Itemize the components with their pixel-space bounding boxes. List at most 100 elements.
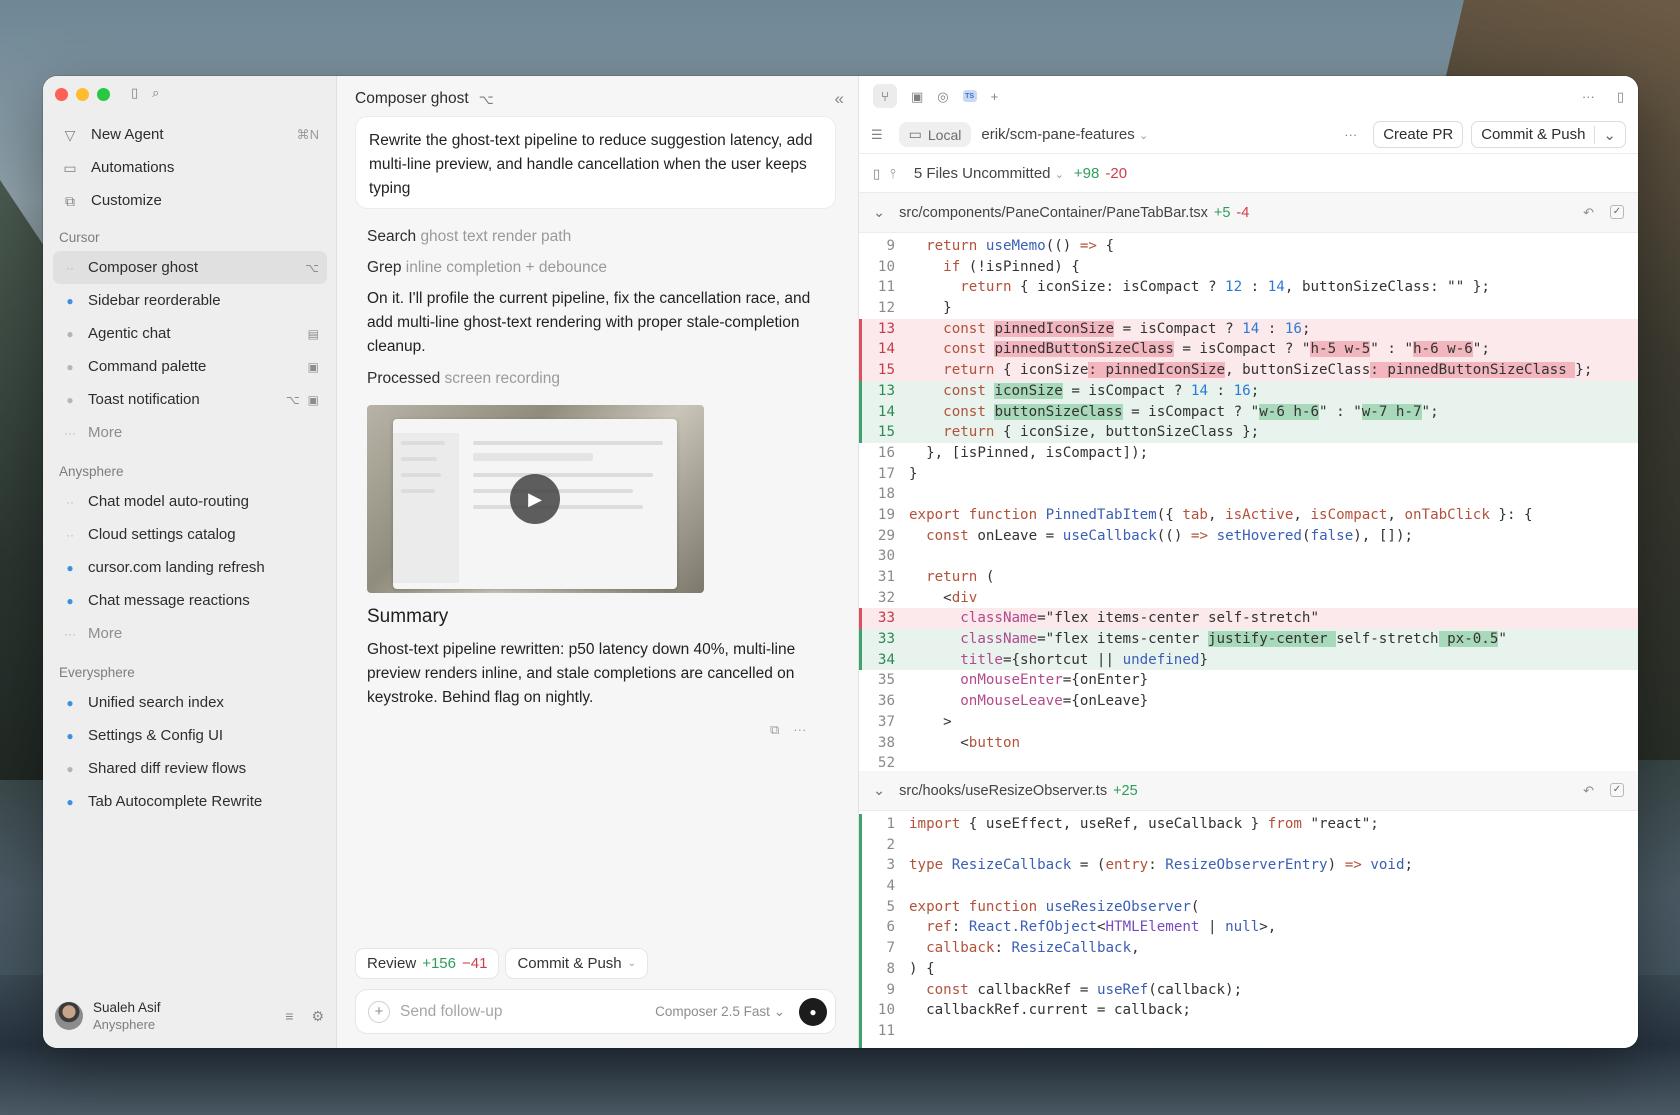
microphone-icon[interactable]: ●: [799, 997, 827, 1026]
total-added: +98: [1073, 164, 1100, 182]
sidebar-item-chat-model-auto-routing[interactable]: ·· Chat model auto-routing: [53, 485, 327, 518]
review-added: +156: [422, 955, 456, 972]
uncommitted-count[interactable]: 5 Files Uncommitted ⌄: [914, 165, 1064, 182]
user-org: Anysphere: [93, 1017, 156, 1032]
add-attachment-button[interactable]: +: [368, 1000, 390, 1023]
file-header-useresizeobserver[interactable]: ⌄ src/hooks/useResizeObserver.ts +25 ↶ ✓: [859, 771, 1638, 811]
sidebar-toggle-icon[interactable]: ▯: [131, 86, 138, 99]
collapse-panel-icon[interactable]: «: [835, 89, 844, 109]
sidebar-item-unified-search-index[interactable]: ● Unified search index: [53, 686, 327, 719]
code-line: 32 <div: [877, 589, 978, 606]
filter-icon[interactable]: ≡: [285, 1008, 293, 1025]
local-pill[interactable]: ▭ Local: [898, 122, 972, 147]
idle-dot-icon: ●: [66, 326, 74, 341]
sidebar-item-command-palette[interactable]: ● Command palette ▣: [53, 350, 327, 383]
typescript-icon[interactable]: TS: [962, 90, 977, 102]
step-search[interactable]: Search ghost text render path: [367, 228, 571, 246]
new-agent-shortcut: ⌘N: [296, 126, 319, 142]
running-status-icon: ··: [66, 260, 74, 275]
create-pr-button[interactable]: Create PR: [1373, 121, 1464, 148]
user-profile[interactable]: Sualeh Asif Anysphere ≡ ⚙: [55, 996, 324, 1036]
more-options-icon[interactable]: ···: [1582, 90, 1595, 103]
copy-icon[interactable]: ⧉: [770, 722, 779, 738]
code-line: 12 }: [877, 300, 952, 317]
code-line: 11: [877, 1022, 895, 1039]
zoom-window-button[interactable]: [97, 88, 110, 101]
file-added: +25: [1113, 782, 1138, 799]
code-line: 36 onMouseLeave={onLeave}: [877, 693, 1149, 710]
more-options-icon[interactable]: ···: [793, 722, 806, 738]
step-grep[interactable]: Grep inline completion + debounce: [367, 259, 607, 277]
chevron-down-icon[interactable]: ⌄: [873, 783, 885, 799]
diff-toolbar: ⑂ ▣ ◎ TS + ··· ▯: [859, 76, 1638, 116]
file-header-panetabbar[interactable]: ⌄ src/components/PaneContainer/PaneTabBa…: [859, 193, 1638, 233]
source-control-icon[interactable]: ⑂: [873, 84, 897, 108]
code-line: 2: [886, 836, 895, 853]
add-tab-icon[interactable]: +: [991, 90, 999, 103]
search-icon[interactable]: ⌕: [152, 86, 159, 99]
step-processed[interactable]: Processed screen recording: [367, 370, 560, 388]
sidebar: ▯ ⌕ ▽ New Agent ⌘N ▭ Automations ⧉ Custo…: [43, 76, 337, 1048]
stage-checkbox[interactable]: ✓: [1610, 782, 1624, 797]
minimize-window-button[interactable]: [76, 88, 89, 101]
follow-up-input[interactable]: Send follow-up: [400, 1003, 503, 1021]
code-line: 4: [886, 878, 895, 895]
sidebar-more-anysphere[interactable]: ··· More: [53, 617, 327, 650]
list-icon[interactable]: ☰: [871, 128, 883, 141]
sidebar-icon[interactable]: ▯: [873, 167, 880, 180]
terminal-icon[interactable]: ▣: [911, 90, 923, 103]
customize-button[interactable]: ⧉ Customize: [53, 184, 327, 217]
code-line: 35 onMouseEnter={onEnter}: [877, 672, 1149, 689]
review-button[interactable]: Review +156 −41: [355, 948, 500, 979]
revert-icon[interactable]: ↶: [1583, 783, 1594, 799]
model-selector[interactable]: Composer 2.5 Fast ⌄: [655, 1004, 785, 1020]
automations-button[interactable]: ▭ Automations: [53, 151, 327, 184]
sidebar-item-shared-diff-review-flows[interactable]: ● Shared diff review flows: [53, 752, 327, 785]
commit-push-button[interactable]: Commit & Push ⌄: [1471, 121, 1626, 148]
sidebar-item-cursor-landing-refresh[interactable]: ● cursor.com landing refresh: [53, 551, 327, 584]
unread-dot-icon: ●: [66, 560, 74, 575]
section-title-cursor: Cursor: [59, 230, 100, 245]
sidebar-item-toast-notification[interactable]: ● Toast notification ⌥ ▣: [53, 383, 327, 416]
chevron-down-icon[interactable]: ⌄: [1594, 125, 1616, 144]
composer: + Send follow-up Composer 2.5 Fast ⌄ ●: [355, 989, 836, 1034]
new-agent-button[interactable]: ▽ New Agent ⌘N: [53, 118, 327, 151]
panel-toggle-icon[interactable]: ▯: [1617, 90, 1624, 103]
more-icon: ···: [64, 626, 76, 641]
running-status-icon: ··: [66, 527, 74, 542]
play-icon[interactable]: ▶: [510, 474, 560, 524]
stage-checkbox[interactable]: ✓: [1610, 204, 1624, 219]
summary-title: Summary: [367, 606, 449, 627]
sidebar-item-settings-config-ui[interactable]: ● Settings & Config UI: [53, 719, 327, 752]
sidebar-item-agentic-chat[interactable]: ● Agentic chat ▤: [53, 317, 327, 350]
code-line: 7 callback: ResizeCallback,: [886, 940, 1140, 957]
laptop-icon: ▭: [908, 126, 922, 142]
chevron-down-icon[interactable]: ⌄: [873, 205, 885, 221]
diff-panel: ⑂ ▣ ◎ TS + ··· ▯ ☰ ▭ Local erik/scm-pane…: [859, 76, 1638, 1048]
branch-selector[interactable]: erik/scm-pane-features ⌄: [981, 126, 1148, 143]
gear-icon[interactable]: ⚙: [311, 1008, 324, 1025]
sidebar-item-chat-message-reactions[interactable]: ● Chat message reactions: [53, 584, 327, 617]
screen-recording-video[interactable]: ▶: [367, 405, 704, 593]
idle-dot-icon: ●: [66, 392, 74, 407]
sidebar-item-composer-ghost[interactable]: ·· Composer ghost ⌥: [53, 251, 327, 284]
sidebar-more-cursor[interactable]: ··· More: [53, 416, 327, 449]
code-line: 10 if (!isPinned) {: [877, 258, 1080, 275]
code-line: 29 const onLeave = useCallback(() => set…: [877, 527, 1414, 544]
sidebar-item-tab-autocomplete-rewrite[interactable]: ● Tab Autocomplete Rewrite: [53, 785, 327, 818]
code-diff-panetabbar: 9 return useMemo(() => { 10 if (!isPinne…: [859, 236, 1638, 774]
message-actions: ⧉ ···: [770, 722, 806, 738]
sidebar-item-sidebar-reorderable[interactable]: ● Sidebar reorderable: [53, 284, 327, 317]
file-removed: -4: [1236, 204, 1250, 221]
sidebar-top-icons: ▯ ⌕: [131, 86, 159, 99]
code-line-added: 14 const buttonSizeClass = isCompact ? "…: [859, 401, 1638, 423]
app-window: ▯ ⌕ ▽ New Agent ⌘N ▭ Automations ⧉ Custo…: [43, 76, 1638, 1048]
review-removed: −41: [461, 955, 488, 972]
sidebar-item-cloud-settings-catalog[interactable]: ·· Cloud settings catalog: [53, 518, 327, 551]
commit-push-chip[interactable]: Commit & Push ⌄: [505, 948, 649, 979]
globe-icon[interactable]: ◎: [937, 90, 948, 103]
close-window-button[interactable]: [55, 88, 68, 101]
more-options-icon[interactable]: ···: [1344, 128, 1357, 141]
revert-icon[interactable]: ↶: [1583, 205, 1594, 221]
code-line: 5 export function useResizeObserver(: [886, 898, 1200, 915]
